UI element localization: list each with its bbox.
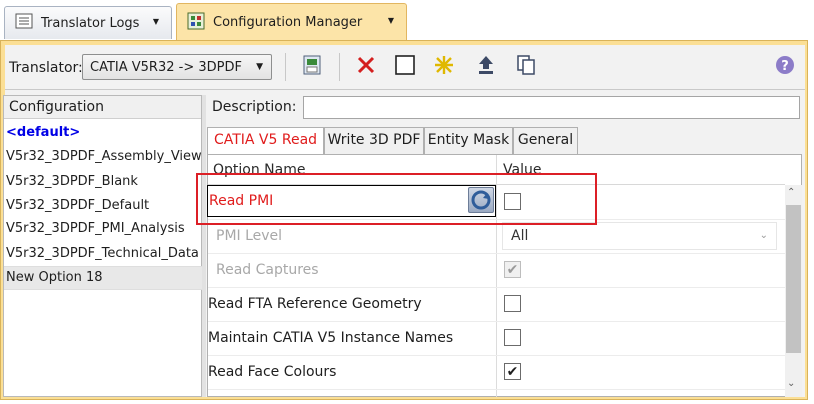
- scrollbar-thumb[interactable]: [786, 205, 801, 353]
- new-blank-button[interactable]: [393, 55, 417, 79]
- save-config-icon: [301, 54, 323, 80]
- config-manager-icon: [187, 12, 205, 34]
- new-blank-icon: [394, 54, 416, 80]
- list-item[interactable]: V5r32_3DPDF_Default: [6, 195, 201, 217]
- option-name: Read Captures: [216, 262, 319, 278]
- tab-translator-logs[interactable]: Translator Logs ▼: [4, 6, 172, 39]
- pmi-level-select[interactable]: All ⌄: [502, 222, 777, 250]
- tab-configuration-manager[interactable]: Configuration Manager ▼: [176, 3, 407, 41]
- translator-label: Translator:: [9, 60, 83, 76]
- description-label: Description:: [212, 99, 297, 115]
- translator-value: CATIA V5R32 -> 3DPDF: [90, 59, 242, 75]
- copy-icon: [516, 54, 536, 80]
- tab-label: Translator Logs: [41, 15, 140, 31]
- toolbar-divider: [285, 53, 286, 81]
- log-list-icon: [15, 13, 33, 33]
- scroll-down-icon[interactable]: ⌄: [787, 378, 795, 389]
- delete-button[interactable]: [354, 55, 378, 79]
- list-item-default[interactable]: <default>: [6, 122, 201, 144]
- save-config-button[interactable]: [300, 55, 324, 79]
- chevron-down-icon[interactable]: ▼: [388, 16, 394, 25]
- new-option-icon: [433, 54, 455, 80]
- list-item[interactable]: V5r32_3DPDF_Blank: [6, 171, 201, 193]
- translator-select[interactable]: CATIA V5R32 -> 3DPDF ▼: [82, 54, 272, 80]
- tab-label: Configuration Manager: [213, 15, 363, 30]
- chevron-down-icon[interactable]: ▼: [153, 17, 159, 26]
- list-item[interactable]: V5r32_3DPDF_PMI_Analysis: [6, 218, 201, 240]
- export-icon: [476, 54, 496, 80]
- read-fta-checkbox[interactable]: [504, 295, 521, 312]
- list-item[interactable]: V5r32_3DPDF_Assembly_View: [6, 146, 201, 168]
- help-icon: ?: [775, 55, 795, 79]
- option-name: Read Face Colours: [208, 364, 337, 380]
- tab-catia-v5-read[interactable]: CATIA V5 Read: [207, 127, 324, 155]
- pmi-level-value: All: [511, 228, 529, 244]
- tab-general[interactable]: General: [513, 127, 578, 154]
- configuration-header: Configuration: [4, 96, 201, 119]
- instance-names-checkbox[interactable]: [504, 329, 521, 346]
- new-option-button[interactable]: [432, 55, 456, 79]
- chevron-down-icon: ⌄: [759, 230, 768, 241]
- tab-write-3d-pdf[interactable]: Write 3D PDF: [324, 127, 424, 154]
- delete-icon: [356, 55, 376, 79]
- tab-entity-mask[interactable]: Entity Mask: [424, 127, 513, 154]
- description-field[interactable]: [303, 96, 800, 119]
- copy-button[interactable]: [514, 55, 538, 79]
- option-name: Maintain CATIA V5 Instance Names: [208, 330, 454, 346]
- list-item-selected[interactable]: New Option 18: [4, 266, 203, 290]
- panel-splitter[interactable]: [202, 95, 206, 397]
- scroll-up-icon[interactable]: ⌃: [787, 187, 795, 198]
- option-name: PMI Level: [216, 228, 283, 244]
- svg-text:?: ?: [781, 59, 789, 74]
- chevron-down-icon: ▼: [256, 62, 263, 72]
- list-item[interactable]: V5r32_3DPDF_Technical_Data: [6, 243, 201, 265]
- face-colours-checkbox[interactable]: ✔: [504, 363, 521, 380]
- toolbar-divider: [339, 53, 340, 81]
- read-captures-checkbox[interactable]: ✔: [504, 261, 521, 278]
- help-button[interactable]: ?: [773, 55, 797, 79]
- option-name: Read FTA Reference Geometry: [208, 296, 422, 312]
- export-button[interactable]: [474, 55, 498, 79]
- highlight-annotation: [196, 173, 597, 225]
